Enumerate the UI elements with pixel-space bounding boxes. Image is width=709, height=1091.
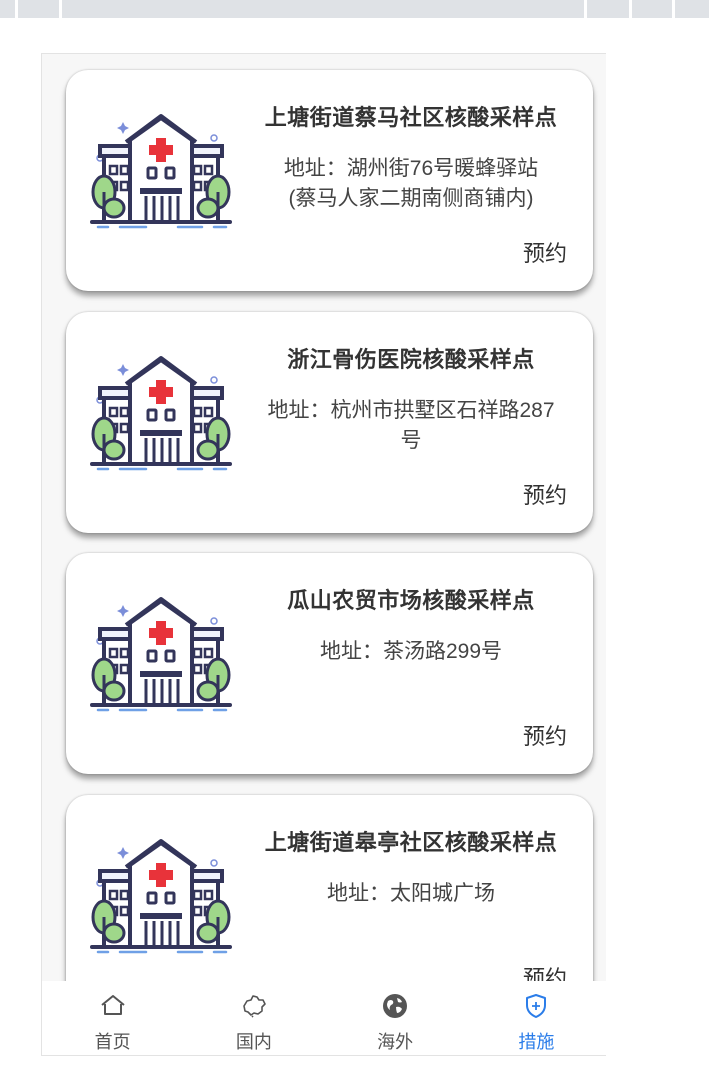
app-frame: 上塘街道蔡马社区核酸采样点 地址：湖州街76号暖蜂驿站 (蔡马人家二期南侧商铺内… — [41, 53, 606, 1056]
testing-site-card[interactable]: 上塘街道蔡马社区核酸采样点 地址：湖州街76号暖蜂驿站 (蔡马人家二期南侧商铺内… — [66, 70, 593, 291]
top-strip — [0, 0, 709, 18]
strip-divider — [59, 0, 62, 18]
testing-site-card[interactable]: 浙江骨伤医院核酸采样点 地址：杭州市拱墅区石祥路287 号 预约 — [66, 312, 593, 533]
book-button[interactable]: 预约 — [523, 236, 567, 268]
tab-label: 措施 — [518, 1032, 555, 1052]
address-line: 地址：太阳城广场 — [327, 882, 495, 905]
hospital-icon — [90, 597, 232, 712]
site-title: 瓜山农贸市场核酸采样点 — [287, 588, 535, 613]
tab-label: 首页 — [94, 1032, 131, 1052]
tab-home[interactable]: 首页 — [42, 981, 183, 1055]
address-line: 地址：茶汤路299号 — [319, 640, 503, 663]
site-address: 地址：湖州街76号暖蜂驿站 (蔡马人家二期南侧商铺内) — [244, 154, 578, 214]
shield-icon — [522, 992, 550, 1020]
hospital-icon — [90, 839, 232, 954]
book-button[interactable]: 预约 — [523, 478, 567, 510]
tab-overseas[interactable]: 海外 — [325, 981, 466, 1055]
strip-divider — [15, 0, 18, 18]
strip-divider — [584, 0, 587, 18]
hospital-icon — [90, 114, 232, 229]
address-line: 号 — [400, 429, 422, 452]
china-map-icon — [240, 992, 268, 1020]
testing-site-card[interactable]: 上塘街道皋亭社区核酸采样点 地址：太阳城广场 预约 — [66, 795, 593, 981]
site-title: 上塘街道皋亭社区核酸采样点 — [264, 830, 558, 855]
tab-label: 海外 — [377, 1032, 414, 1052]
tab-domestic[interactable]: 国内 — [183, 981, 324, 1055]
address-line: 地址：杭州市拱墅区石祥路287 — [267, 399, 555, 422]
testing-site-card[interactable]: 瓜山农贸市场核酸采样点 地址：茶汤路299号 预约 — [66, 553, 593, 774]
testing-site-list[interactable]: 上塘街道蔡马社区核酸采样点 地址：湖州街76号暖蜂驿站 (蔡马人家二期南侧商铺内… — [42, 54, 606, 981]
book-button[interactable]: 预约 — [523, 719, 567, 751]
strip-divider — [629, 0, 632, 18]
site-address: 地址：杭州市拱墅区石祥路287 号 — [244, 396, 578, 456]
hospital-icon — [90, 356, 232, 471]
site-address: 地址：太阳城广场 — [244, 879, 578, 909]
book-button[interactable]: 预约 — [523, 961, 567, 981]
site-address: 地址：茶汤路299号 — [244, 637, 578, 667]
globe-icon — [381, 992, 409, 1020]
tab-measures[interactable]: 措施 — [466, 981, 606, 1055]
strip-divider — [672, 0, 675, 18]
address-line: (蔡马人家二期南侧商铺内) — [288, 187, 534, 210]
site-title: 浙江骨伤医院核酸采样点 — [287, 347, 535, 372]
bottom-tab-bar: 首页 国内 海外 措施 — [42, 981, 606, 1055]
tab-label: 国内 — [235, 1032, 272, 1052]
home-icon — [99, 992, 127, 1020]
address-line: 地址：湖州街76号暖蜂驿站 — [283, 157, 539, 180]
site-title: 上塘街道蔡马社区核酸采样点 — [264, 105, 558, 130]
